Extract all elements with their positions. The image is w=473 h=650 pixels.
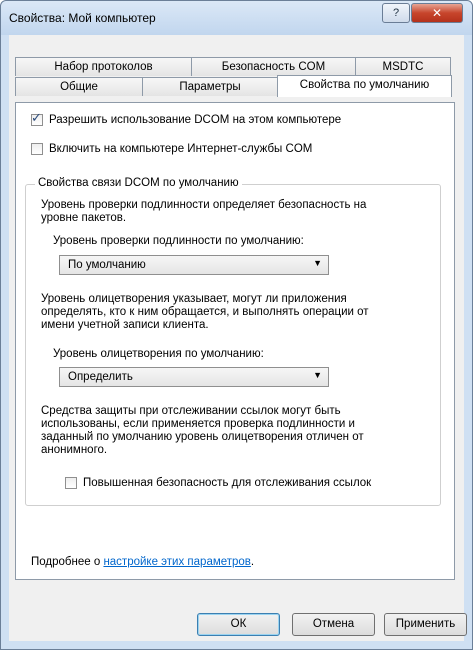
close-icon: ✕	[431, 6, 443, 20]
tab-label: Безопасность COM	[221, 61, 326, 73]
checkbox-box	[31, 143, 43, 155]
group-title: Свойства связи DCOM по умолчанию	[35, 177, 242, 189]
impersonation-label: Уровень олицетворения по умолчанию:	[53, 348, 264, 360]
text-line: заданный по умолчанию уровень олицетворе…	[41, 431, 364, 443]
checkmark-icon: ✓	[31, 110, 42, 125]
text-prefix: Подробнее о	[31, 556, 104, 568]
select-value: Определить	[68, 371, 133, 383]
text-line: Уровень олицетворения указывает, могут л…	[41, 293, 347, 305]
reference-tracking-checkbox[interactable]: Повышенная безопасность для отслеживания…	[65, 477, 371, 489]
dropdown-arrow-icon: ▼	[313, 370, 322, 380]
tab-label: MSDTC	[382, 61, 424, 73]
tab-label: Параметры	[179, 81, 241, 93]
checkbox-label: Разрешить использование DCOM на этом ком…	[49, 114, 342, 126]
tab-options[interactable]: Параметры	[142, 77, 278, 96]
help-icon: ?	[392, 7, 400, 19]
text-line: определять, кто к ним обращается, и выпо…	[41, 306, 369, 318]
close-button[interactable]: ✕	[411, 3, 463, 23]
cancel-button[interactable]: Отмена	[292, 613, 375, 636]
enable-dcom-checkbox[interactable]: ✓ Разрешить использование DCOM на этом к…	[31, 110, 342, 126]
title-bar[interactable]: Свойства: Мой компьютер ? ✕	[1, 1, 472, 35]
text-suffix: .	[250, 556, 255, 568]
tab-com-security[interactable]: Безопасность COM	[191, 57, 356, 76]
tab-general[interactable]: Общие	[15, 77, 143, 96]
reference-tracking-description: Средства защиты при отслеживании ссылок …	[41, 405, 364, 457]
dcom-properties-group	[25, 184, 441, 506]
tab-label: Набор протоколов	[54, 61, 153, 73]
dropdown-arrow-icon: ▼	[313, 258, 322, 268]
text-line: имени учетной записи клиента.	[41, 319, 209, 331]
impersonation-description: Уровень олицетворения указывает, могут л…	[41, 293, 369, 332]
select-value: По умолчанию	[68, 259, 146, 271]
button-label: Применить	[395, 618, 456, 630]
auth-level-select[interactable]: По умолчанию ▼	[59, 255, 329, 275]
tab-msdtc[interactable]: MSDTC	[355, 57, 451, 76]
apply-button[interactable]: Применить	[384, 613, 467, 636]
auth-label: Уровень проверки подлинности по умолчани…	[53, 235, 304, 247]
text-line: Средства защиты при отслеживании ссылок …	[41, 405, 341, 417]
tab-label: Общие	[60, 81, 98, 93]
checkbox-box	[65, 477, 77, 489]
ok-button[interactable]: ОК	[197, 613, 280, 636]
tab-protocols[interactable]: Набор протоколов	[15, 57, 192, 76]
text-line: Уровень проверки подлинности определяет …	[41, 199, 367, 211]
properties-dialog: Свойства: Мой компьютер ? ✕ Набор проток…	[0, 0, 473, 650]
button-label: Отмена	[312, 618, 355, 630]
text-line: использованы, если применяется проверка …	[41, 418, 355, 430]
button-label: ОК	[230, 618, 247, 630]
tab-default-properties[interactable]: Свойства по умолчанию	[277, 75, 452, 97]
checkbox-label: Повышенная безопасность для отслеживания…	[83, 477, 372, 489]
help-button[interactable]: ?	[382, 3, 410, 23]
settings-help-link[interactable]: настройке этих параметров	[103, 556, 250, 568]
window-title: Свойства: Мой компьютер	[9, 11, 156, 25]
auth-description: Уровень проверки подлинности определяет …	[41, 199, 366, 225]
text-line: уровне пакетов.	[41, 212, 127, 224]
checkbox-box: ✓	[31, 110, 43, 126]
enable-com-internet-checkbox[interactable]: Включить на компьютере Интернет-службы C…	[31, 143, 312, 155]
checkbox-label: Включить на компьютере Интернет-службы C…	[49, 143, 313, 155]
more-info-text: Подробнее о настройке этих параметров.	[31, 556, 254, 569]
text-line: анонимного.	[41, 444, 108, 456]
impersonation-level-select[interactable]: Определить ▼	[59, 367, 329, 387]
tab-label: Свойства по умолчанию	[299, 79, 430, 91]
